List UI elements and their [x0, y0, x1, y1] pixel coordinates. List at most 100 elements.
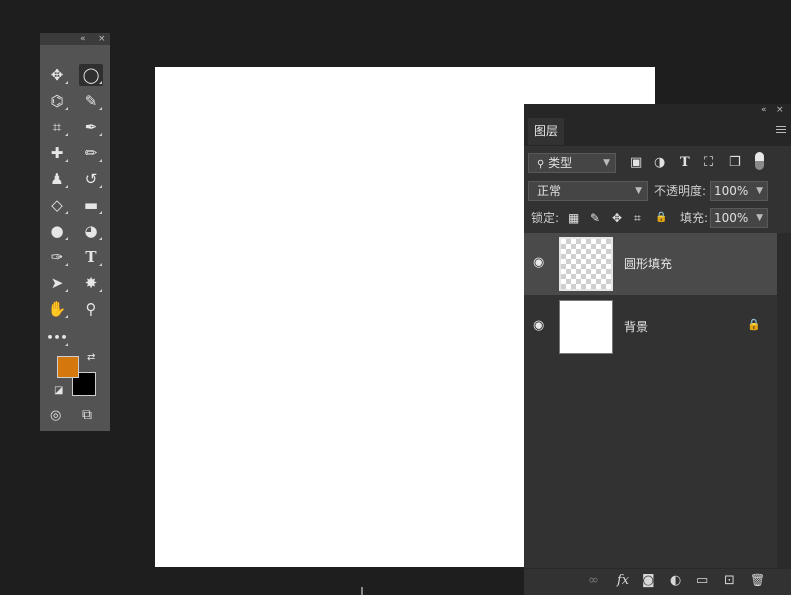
- opacity-label: 不透明度:: [654, 184, 707, 198]
- quick-selection-icon: ✎: [84, 91, 98, 110]
- history-brush-tool[interactable]: ↺: [79, 168, 103, 190]
- eraser-tool[interactable]: ◇: [45, 194, 69, 216]
- hand-tool[interactable]: ✋: [45, 298, 69, 320]
- foreground-color-swatch[interactable]: [57, 356, 79, 378]
- history-brush-icon: ↺: [84, 169, 98, 188]
- drop-icon: ●: [50, 221, 64, 240]
- tab-layers[interactable]: 图层: [528, 118, 564, 145]
- layer-row[interactable]: ◉ 背景 🔒: [524, 296, 777, 358]
- tools-panel: « × ✥ ◯ ⌬ ✎ ⌗ ✒ ✚ ✏ ♟ ↺ ◇ ▬ ● ◕ ✑ T ➤ ✸ …: [40, 33, 110, 431]
- brush-icon: ✏: [84, 143, 98, 162]
- pixel-filter-icon[interactable]: ▣: [630, 153, 642, 173]
- panel-menu-icon[interactable]: [776, 126, 786, 134]
- layer-name[interactable]: 圆形填充: [624, 255, 672, 272]
- delete-layer-icon[interactable]: 🗑: [750, 573, 765, 587]
- adjustment-filter-icon[interactable]: ◑: [654, 153, 665, 173]
- shape-icon: ✸: [84, 273, 98, 292]
- lock-image-icon[interactable]: ✎: [590, 208, 600, 228]
- clone-stamp-tool[interactable]: ♟: [45, 168, 69, 190]
- close-icon[interactable]: ×: [776, 104, 784, 117]
- chevron-down-icon: ▼: [756, 186, 763, 196]
- elliptical-marquee-tool[interactable]: ◯: [79, 64, 103, 86]
- edit-toolbar-button[interactable]: •••: [45, 326, 69, 348]
- type-filter-icon[interactable]: T: [680, 153, 690, 173]
- layer-name[interactable]: 背景: [624, 318, 648, 335]
- close-icon[interactable]: ×: [98, 33, 106, 45]
- blur-tool[interactable]: ●: [45, 220, 69, 242]
- layer-thumbnail: [559, 300, 613, 354]
- more-icon: •••: [46, 330, 68, 344]
- filter-toggle-icon[interactable]: [755, 152, 764, 170]
- hand-icon: ✋: [47, 299, 67, 318]
- default-colors-icon[interactable]: ◪: [54, 385, 63, 396]
- dodge-tool[interactable]: ◕: [79, 220, 103, 242]
- panel-tab-bar: 图层: [524, 117, 791, 146]
- fill-label: 填充:: [680, 211, 709, 225]
- blend-mode-value: 正常: [537, 184, 562, 198]
- filter-kind-select[interactable]: ⚲ 类型 ▼: [528, 153, 616, 173]
- polygonal-lasso-tool[interactable]: ⌬: [45, 90, 69, 112]
- lasso-icon: ⌬: [50, 91, 64, 110]
- adjustment-layer-icon[interactable]: ◐: [670, 573, 681, 588]
- path-selection-tool[interactable]: ➤: [45, 272, 69, 294]
- custom-shape-tool[interactable]: ✸: [79, 272, 103, 294]
- spot-healing-tool[interactable]: ✚: [45, 142, 69, 164]
- move-tool[interactable]: ✥: [45, 64, 69, 86]
- layers-scrollbar[interactable]: [777, 233, 791, 569]
- lock-icon: 🔒: [747, 318, 761, 331]
- collapse-icon[interactable]: «: [761, 104, 767, 117]
- swap-colors-icon[interactable]: ⇄: [87, 352, 95, 363]
- eyedropper-tool[interactable]: ✒: [79, 116, 103, 138]
- brush-tool[interactable]: ✏: [79, 142, 103, 164]
- ellipse-marquee-icon: ◯: [82, 65, 100, 84]
- link-layers-icon[interactable]: ∞: [588, 573, 599, 588]
- fill-value: 100%: [714, 211, 749, 225]
- opacity-field[interactable]: 100% ▼: [710, 181, 768, 201]
- lock-all-icon[interactable]: 🔒: [655, 208, 667, 228]
- move-icon: ✥: [50, 65, 64, 84]
- screen-mode-icon[interactable]: ⧉: [82, 407, 92, 423]
- layers-panel: « × 图层 ⚲ 类型 ▼ ▣ ◑ T ⛶ ❐ 正常 ▼ 不透明度: 100% …: [524, 104, 791, 595]
- cursor-indicator: [361, 587, 363, 595]
- pen-tool[interactable]: ✑: [45, 246, 69, 268]
- gradient-tool[interactable]: ▬: [79, 194, 103, 216]
- zoom-icon: ⚲: [85, 299, 97, 318]
- collapse-icon[interactable]: «: [80, 33, 86, 45]
- fill-field[interactable]: 100% ▼: [710, 208, 768, 228]
- lock-transparent-icon[interactable]: ▦: [568, 208, 579, 228]
- bandage-icon: ✚: [50, 143, 64, 162]
- blend-row: 正常 ▼ 不透明度: 100% ▼: [524, 181, 791, 201]
- shape-filter-icon[interactable]: ⛶: [704, 153, 713, 173]
- visibility-eye-icon[interactable]: ◉: [533, 318, 544, 333]
- lock-position-icon[interactable]: ✥: [612, 208, 622, 228]
- type-tool[interactable]: T: [79, 246, 103, 268]
- stamp-icon: ♟: [50, 169, 64, 188]
- type-icon: T: [85, 247, 97, 266]
- lock-label: 锁定:: [531, 211, 560, 225]
- zoom-tool[interactable]: ⚲: [79, 298, 103, 320]
- fx-icon[interactable]: fx: [617, 573, 629, 588]
- pen-icon: ✑: [50, 247, 64, 266]
- new-layer-icon[interactable]: ⊡: [724, 573, 735, 588]
- layers-panel-footer: ∞ fx ◙ ◐ ▭ ⊡ 🗑: [524, 568, 791, 595]
- quick-selection-tool[interactable]: ✎: [79, 90, 103, 112]
- eraser-icon: ◇: [51, 195, 63, 214]
- new-group-icon[interactable]: ▭: [696, 573, 708, 588]
- visibility-eye-icon[interactable]: ◉: [533, 255, 544, 270]
- gradient-icon: ▬: [83, 195, 99, 214]
- filter-row: ⚲ 类型 ▼ ▣ ◑ T ⛶ ❐: [524, 152, 791, 173]
- arrow-icon: ➤: [50, 273, 64, 292]
- filter-kind-label: 类型: [548, 156, 573, 170]
- lock-artboard-icon[interactable]: ⌗: [634, 208, 641, 228]
- smart-object-filter-icon[interactable]: ❐: [729, 153, 741, 173]
- layer-row[interactable]: ◉ 圆形填充: [524, 233, 777, 295]
- quick-mask-icon[interactable]: ◎: [50, 408, 61, 423]
- layers-panel-header: « ×: [524, 104, 791, 117]
- tools-panel-header: « ×: [40, 33, 110, 45]
- crop-icon: ⌗: [52, 117, 62, 136]
- blend-mode-select[interactable]: 正常 ▼: [528, 181, 648, 201]
- chevron-down-icon: ▼: [603, 158, 610, 168]
- crop-tool[interactable]: ⌗: [45, 116, 69, 138]
- add-mask-icon[interactable]: ◙: [642, 573, 655, 588]
- dodge-icon: ◕: [84, 221, 98, 240]
